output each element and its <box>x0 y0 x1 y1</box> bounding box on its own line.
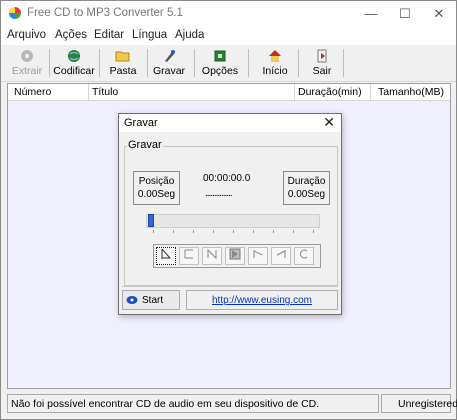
status-message: Não foi possível encontrar CD de audio e… <box>11 398 320 410</box>
extract-label: Extrair <box>11 65 43 77</box>
toolbar-separator <box>99 49 100 77</box>
time-dots: ............... <box>205 188 233 199</box>
toolbar-separator <box>194 49 195 77</box>
home-label: Início <box>262 65 288 77</box>
menu-arquivo[interactable]: Arquivo <box>7 29 46 41</box>
close-button[interactable]: ✕ <box>422 1 456 27</box>
exit-icon <box>314 49 330 63</box>
home-icon <box>267 49 283 63</box>
next-button[interactable] <box>248 247 268 265</box>
toolbar-separator <box>343 49 344 77</box>
folder-button[interactable]: Pasta <box>105 47 141 79</box>
slider-tick <box>173 230 174 233</box>
duration-box: Duração 0.00Seg <box>283 171 330 205</box>
slider-tick <box>313 230 314 233</box>
slider-ticks <box>153 230 317 234</box>
main-window: Free CD to MP3 Converter 5.1 — ☐ ✕ Arqui… <box>0 0 457 420</box>
toolbar-separator <box>49 49 50 77</box>
exit-label: Sair <box>312 65 332 77</box>
extract-button[interactable]: Extrair <box>9 47 45 79</box>
column-divider[interactable] <box>294 84 295 100</box>
disc-extract-icon <box>19 49 35 63</box>
progress-slider-track[interactable] <box>146 214 320 228</box>
encode-button[interactable]: Codificar <box>53 47 95 79</box>
status-bar: Não foi possível encontrar CD de audio e… <box>7 394 457 414</box>
position-box: Posição 0.00Seg <box>133 171 180 205</box>
encode-label: Codificar <box>53 65 95 77</box>
website-link[interactable]: http://www.eusing.com <box>187 295 337 306</box>
window-title: Free CD to MP3 Converter 5.1 <box>27 7 183 19</box>
toolbar-separator <box>298 49 299 77</box>
record-label: Gravar <box>152 65 186 77</box>
duration-value: 0.00Seg <box>287 189 326 200</box>
previous-button[interactable] <box>271 247 291 265</box>
slider-tick <box>233 230 234 233</box>
slider-tick <box>293 230 294 233</box>
position-value: 0.00Seg <box>137 189 176 200</box>
dialog-divider <box>122 286 338 287</box>
toolbar: Extrair Codificar Pasta Gravar Opções In… <box>1 45 456 82</box>
slider-tick <box>253 230 254 233</box>
position-label: Posição <box>138 176 175 187</box>
elapsed-time: 00:00:00.0 <box>203 173 251 184</box>
menu-ajuda[interactable]: Ajuda <box>175 29 204 41</box>
menu-acoes[interactable]: Ações <box>55 29 87 41</box>
website-link-box: http://www.eusing.com <box>186 290 338 310</box>
column-divider[interactable] <box>88 84 89 100</box>
dialog-title-bar: Gravar ✕ <box>119 114 341 132</box>
home-button[interactable]: Início <box>257 47 293 79</box>
minimize-button[interactable]: — <box>354 1 388 27</box>
menu-lingua[interactable]: Língua <box>132 29 167 41</box>
title-bar: Free CD to MP3 Converter 5.1 — ☐ ✕ <box>1 1 456 27</box>
exit-button[interactable]: Sair <box>307 47 337 79</box>
record-button[interactable]: Gravar <box>151 47 187 79</box>
folder-label: Pasta <box>109 65 137 77</box>
column-tamanho[interactable]: Tamanho(MB) <box>378 86 444 98</box>
globe-encode-icon <box>66 49 82 63</box>
dialog-title: Gravar <box>124 117 158 129</box>
start-label: Start <box>142 295 164 306</box>
progress-slider-thumb[interactable] <box>148 214 154 227</box>
column-divider[interactable] <box>370 84 371 100</box>
loop-button[interactable] <box>294 247 314 265</box>
slider-tick <box>153 230 154 233</box>
start-icon <box>126 295 138 305</box>
maximize-button[interactable]: ☐ <box>388 1 422 27</box>
column-titulo[interactable]: Título <box>92 86 118 98</box>
menu-bar: Arquivo Ações Editar Língua Ajuda <box>1 27 456 45</box>
column-duracao[interactable]: Duração(min) <box>298 86 362 98</box>
pen-record-icon <box>161 49 177 63</box>
options-label: Opções <box>201 65 239 77</box>
options-icon <box>212 49 228 63</box>
duration-label: Duração <box>287 176 326 187</box>
slider-tick <box>213 230 214 233</box>
toolbar-separator <box>147 49 148 77</box>
folder-icon <box>115 49 131 63</box>
options-button[interactable]: Opções <box>200 47 240 79</box>
status-message-panel: Não foi possível encontrar CD de audio e… <box>7 394 379 413</box>
play-button[interactable] <box>156 247 176 265</box>
toolbar-separator <box>248 49 249 77</box>
status-registration-panel: Unregistered <box>381 394 457 413</box>
start-button[interactable]: Start <box>122 290 180 310</box>
record-group-label: Gravar <box>127 139 163 151</box>
dialog-close-button[interactable]: ✕ <box>323 114 335 131</box>
record-mark-button[interactable] <box>225 247 245 265</box>
player-controls <box>153 244 321 268</box>
pause-button[interactable] <box>202 247 222 265</box>
list-header: Número Título Duração(min) Tamanho(MB) <box>8 84 450 101</box>
app-icon <box>9 7 21 19</box>
slider-tick <box>193 230 194 233</box>
registration-status: Unregistered <box>398 398 457 410</box>
stop-button[interactable] <box>179 247 199 265</box>
column-numero[interactable]: Número <box>14 86 51 98</box>
slider-tick <box>273 230 274 233</box>
menu-editar[interactable]: Editar <box>94 29 124 41</box>
record-dialog: Gravar ✕ Gravar Posição 0.00Seg 00:00:00… <box>118 113 342 315</box>
